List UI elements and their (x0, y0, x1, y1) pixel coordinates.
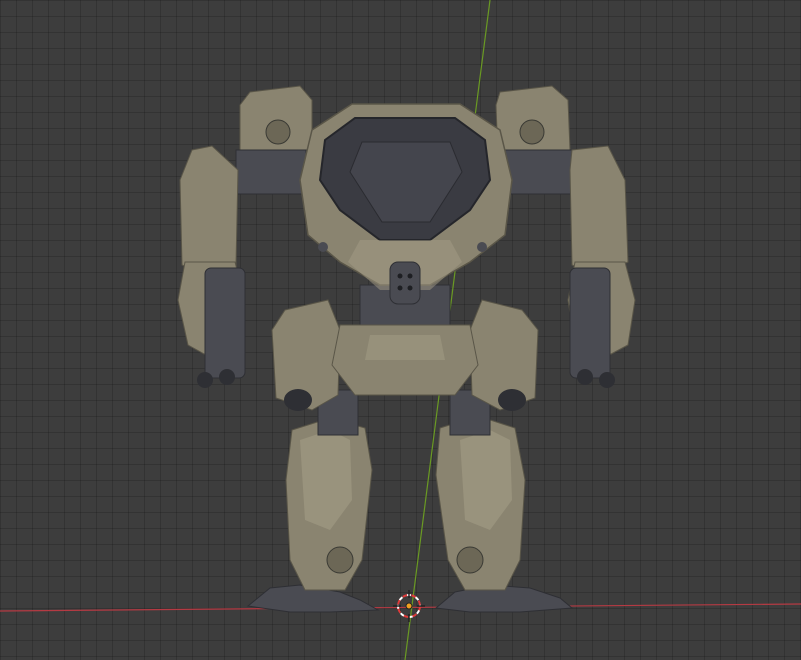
right-ankle-joint (456, 546, 484, 574)
3d-viewport[interactable] (0, 0, 801, 660)
vent-hole (407, 273, 413, 279)
mech-model[interactable] (177, 85, 636, 613)
origin-dot-icon (405, 602, 413, 610)
left-shoulder-joint (235, 149, 307, 195)
viewport-canvas[interactable] (0, 0, 801, 660)
pelvis-plate (365, 335, 445, 360)
right-arm-gun (569, 267, 611, 379)
right-hip-barrel (498, 389, 526, 411)
right-gun-barrel-2 (599, 372, 615, 388)
left-arm-gun (204, 267, 246, 379)
left-cockpit-bolt (318, 242, 328, 252)
right-upper-arm (569, 145, 629, 276)
right-shoulder-bolt (519, 119, 545, 145)
left-ankle-joint (326, 546, 354, 574)
chin-vent (389, 261, 421, 305)
vent-hole (397, 273, 403, 279)
right-shoulder-joint (504, 149, 576, 195)
left-upper-arm (179, 145, 239, 276)
x-axis-line (0, 603, 801, 612)
vent-hole (397, 285, 403, 291)
left-hip-barrel (284, 389, 312, 411)
right-gun-barrel-1 (577, 369, 593, 385)
left-shoulder-bolt (265, 119, 291, 145)
left-gun-barrel-1 (197, 372, 213, 388)
vent-hole (407, 285, 413, 291)
right-cockpit-bolt (477, 242, 487, 252)
left-gun-barrel-2 (219, 369, 235, 385)
